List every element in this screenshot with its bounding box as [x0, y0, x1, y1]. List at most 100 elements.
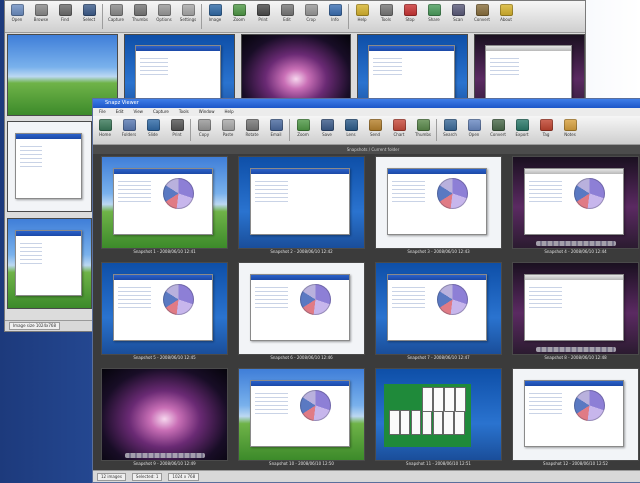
toolbar-button-slide[interactable]: Slide [141, 116, 165, 137]
menu-window[interactable]: Window [199, 108, 215, 116]
screenshot-thumbnail[interactable] [375, 368, 502, 461]
toolbar-button-settings[interactable]: Settings [176, 1, 200, 22]
toolbar-button-label: Browse [33, 17, 49, 22]
screenshot-thumbnail[interactable] [238, 368, 365, 461]
menu-edit[interactable]: Edit [116, 108, 124, 116]
toolbar-button-print[interactable]: Print [165, 116, 189, 137]
screenshot-thumbnail[interactable] [7, 121, 92, 212]
toolbar-button-copy[interactable]: Copy [192, 116, 216, 137]
screenshot-thumbnail[interactable] [512, 156, 639, 249]
toolbar-button-about[interactable]: About [494, 1, 518, 22]
menu-view[interactable]: View [133, 108, 143, 116]
screenshot-thumbnail[interactable] [101, 262, 228, 355]
toolbar-button-convert[interactable]: Convert [486, 116, 510, 137]
toolbar-button-label: Select [82, 17, 96, 22]
toolbar-button-tools[interactable]: Tools [374, 1, 398, 22]
playing-card [410, 410, 422, 436]
toolbar-button-save[interactable]: Save [315, 116, 339, 137]
toolbar-button-zoom[interactable]: Zoom [227, 1, 251, 22]
toolbar-button-label: Settings [179, 17, 197, 22]
menu-file[interactable]: File [99, 108, 106, 116]
toolbar-button-send[interactable]: Send [363, 116, 387, 137]
thumbnail-cell[interactable] [7, 218, 92, 309]
thumbnail-cell[interactable]: Snapshot 12 - 2008/06/10 12:52 [512, 368, 639, 468]
screenshot-thumbnail[interactable] [375, 262, 502, 355]
toolbar-button-thumbs[interactable]: Thumbs [128, 1, 152, 22]
menu-capture[interactable]: Capture [153, 108, 169, 116]
thumbnail-caption: Snapshot 7 - 2008/06/10 12:47 [407, 355, 470, 360]
app-window-preview [113, 273, 213, 342]
menu-tools[interactable]: Tools [179, 108, 189, 116]
toolbar-button-scan[interactable]: Scan [446, 1, 470, 22]
toolbar-button-chart[interactable]: Chart [387, 116, 411, 137]
toolbar-button-browse[interactable]: Browse [29, 1, 53, 22]
front-status-bar: 12 images Selected: 1 1024 x 768 [93, 470, 640, 482]
toolbar-button-options[interactable]: Options [152, 1, 176, 22]
thumbnail-cell[interactable]: Snapshot 4 - 2008/06/10 12:44 [512, 156, 639, 256]
toolbar-button-open[interactable]: Open [5, 1, 29, 22]
menu-help[interactable]: Help [225, 108, 234, 116]
toolbar-button-notes[interactable]: Notes [558, 116, 582, 137]
thumbnail-cell[interactable]: Snapshot 7 - 2008/06/10 12:47 [375, 262, 502, 362]
thumbnail-cell[interactable]: Snapshot 9 - 2008/06/10 12:49 [101, 368, 228, 468]
toolbar-button-zoom[interactable]: Zoom [291, 116, 315, 137]
thumbnail-cell[interactable]: Snapshot 5 - 2008/06/10 12:45 [101, 262, 228, 362]
screenshot-thumbnail[interactable] [512, 262, 639, 355]
preview-table [20, 239, 43, 266]
playing-card [432, 410, 444, 436]
toolbar-button-lens[interactable]: Lens [339, 116, 363, 137]
thumbnail-caption: Snapshot 1 - 2008/06/10 12:41 [133, 249, 196, 254]
toolbar-button-paste[interactable]: Paste [216, 116, 240, 137]
toolbar-button-label: Print [258, 17, 268, 22]
screenshot-thumbnail[interactable] [238, 156, 365, 249]
convert-icon [491, 119, 505, 131]
toolbar-button-capture[interactable]: Capture [104, 1, 128, 22]
thumbnail-cell[interactable]: Snapshot 1 - 2008/06/10 12:41 [101, 156, 228, 256]
toolbar-button-convert[interactable]: Convert [470, 1, 494, 22]
send-icon [368, 119, 382, 131]
toolbar-button-find[interactable]: Find [53, 1, 77, 22]
open-icon [467, 119, 481, 131]
toolbar-button-print[interactable]: Print [251, 1, 275, 22]
toolbar-button-help[interactable]: Help [350, 1, 374, 22]
toolbar-button-export[interactable]: Export [510, 116, 534, 137]
home-icon [98, 119, 112, 131]
thumbnail-cell[interactable]: Snapshot 2 - 2008/06/10 12:42 [238, 156, 365, 256]
thumbnail-cell[interactable]: Snapshot 3 - 2008/06/10 12:43 [375, 156, 502, 256]
toolbar-button-share[interactable]: Share [422, 1, 446, 22]
thumbnail-cell[interactable]: Snapshot 11 - 2008/06/10 12:51 [375, 368, 502, 468]
front-viewer-window[interactable]: Snapz Viewer File Edit View Capture Tools Win… [92, 98, 640, 483]
toolbar-button-image[interactable]: Image [203, 1, 227, 22]
toolbar-button-tag[interactable]: Tag [534, 116, 558, 137]
toolbar-button-email[interactable]: Email [264, 116, 288, 137]
preview-table [20, 142, 43, 169]
thumbnail-cell[interactable] [7, 121, 92, 212]
playing-card [443, 386, 455, 412]
thumbnail-cell[interactable]: Snapshot 10 - 2008/06/10 12:50 [238, 368, 365, 468]
screenshot-thumbnail[interactable] [101, 368, 228, 461]
toolbar-button-open[interactable]: Open [462, 116, 486, 137]
thumbnail-cell[interactable]: Snapshot 8 - 2008/06/10 12:48 [512, 262, 639, 362]
toolbar-button-edit[interactable]: Edit [275, 1, 299, 22]
toolbar-button-crop[interactable]: Crop [299, 1, 323, 22]
toolbar-button-thumbs[interactable]: Thumbs [411, 116, 435, 137]
screenshot-thumbnail[interactable] [375, 156, 502, 249]
screenshot-thumbnail[interactable] [512, 368, 639, 461]
screenshot-thumbnail[interactable] [238, 262, 365, 355]
toolbar-button-select[interactable]: Select [77, 1, 101, 22]
toolbar-button-folders[interactable]: Folders [117, 116, 141, 137]
playing-card [388, 410, 400, 436]
screenshot-thumbnail[interactable] [7, 218, 92, 309]
browse-icon [34, 4, 48, 16]
thumbnail-cell[interactable]: Snapshot 6 - 2008/06/10 12:46 [238, 262, 365, 362]
screenshot-thumbnail[interactable] [101, 156, 228, 249]
preview-title-bar [251, 380, 349, 386]
toolbar-button-search[interactable]: Search [438, 116, 462, 137]
toolbar-button-info[interactable]: Info [323, 1, 347, 22]
toolbar-separator [348, 4, 349, 29]
toolbar-button-rotate[interactable]: Rotate [240, 116, 264, 137]
toolbar-separator [436, 119, 437, 141]
pie-chart-preview [163, 284, 195, 316]
toolbar-button-stop[interactable]: Stop [398, 1, 422, 22]
toolbar-button-home[interactable]: Home [93, 116, 117, 137]
